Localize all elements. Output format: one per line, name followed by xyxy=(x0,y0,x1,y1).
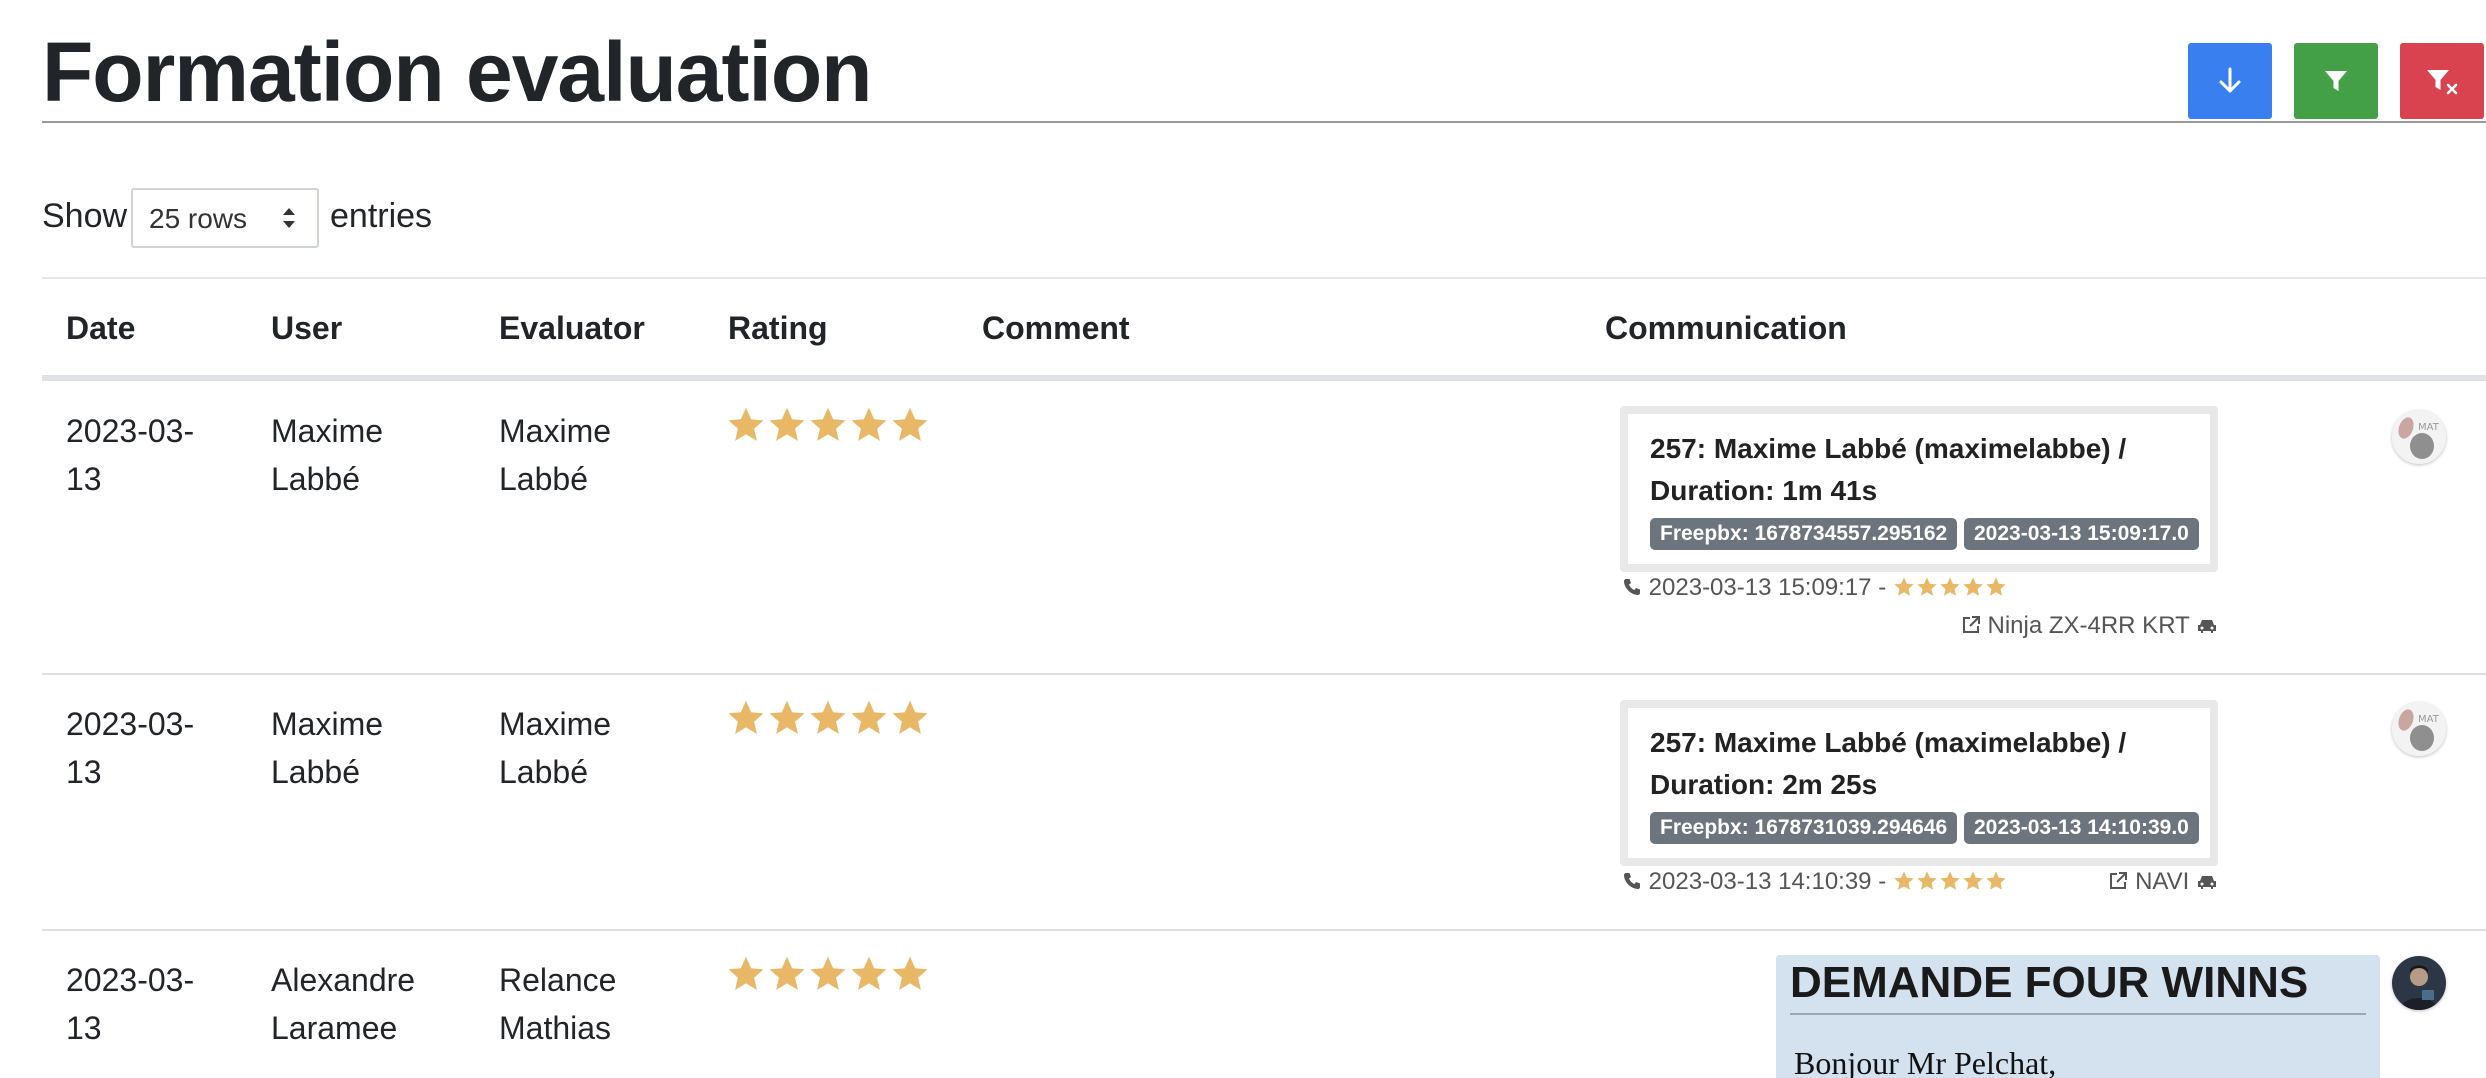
phone-icon xyxy=(1624,579,1640,595)
phone-icon xyxy=(1624,873,1640,889)
time-badge: 2023-03-13 14:10:39.0 xyxy=(1964,812,2199,844)
star-icon xyxy=(1917,577,1937,596)
car-icon xyxy=(2198,876,2216,889)
star-icon xyxy=(728,407,764,441)
user-avatar-icon: MAT xyxy=(2392,410,2446,464)
vehicle-name: Ninja ZX-4RR KRT xyxy=(1987,612,2190,639)
source-badge: Freepbx: 1678731039.294646 xyxy=(1650,812,1958,844)
user-avatar-icon: MAT xyxy=(2392,702,2446,756)
vehicle-link[interactable]: Ninja ZX-4RR KRT xyxy=(1961,612,2218,640)
rows-per-page-value: 25 rows xyxy=(149,203,248,234)
star-icon xyxy=(1986,577,2006,596)
user-cell: Alexandre Laramee xyxy=(271,962,416,1046)
evaluator-cell: Maxime Labbé xyxy=(499,413,612,497)
column-header-evaluator[interactable]: Evaluator xyxy=(499,308,645,348)
star-icon xyxy=(810,956,846,990)
row-divider xyxy=(42,673,2486,675)
date-cell: 2023-03- 13 xyxy=(66,962,195,1046)
clear-filter-button[interactable] xyxy=(2400,43,2484,119)
source-badge: Freepbx: 1678734557.295162 xyxy=(1650,518,1958,550)
star-icon xyxy=(851,407,887,441)
page-title: Formation evaluation xyxy=(42,25,872,119)
star-icon xyxy=(769,956,805,990)
column-header-rating[interactable]: Rating xyxy=(728,308,828,348)
star-icon xyxy=(1986,871,2006,890)
star-icon xyxy=(769,407,805,441)
star-icon xyxy=(1940,871,1960,890)
email-subject: DEMANDE FOUR WINNS xyxy=(1790,958,2309,1007)
table-top-border xyxy=(42,277,2486,279)
filter-button[interactable] xyxy=(2294,43,2378,119)
user-cell: Maxime Labbé xyxy=(271,706,384,790)
communication-card[interactable]: 257: Maxime Labbé (maximelabbe) / Durati… xyxy=(1620,406,2218,572)
external-link-icon xyxy=(2110,872,2128,889)
avatar: MAT xyxy=(2392,702,2446,756)
rating-stars xyxy=(726,955,931,993)
column-header-user[interactable]: User xyxy=(271,308,342,348)
page: Formation evaluation Show 25 rows entrie… xyxy=(0,0,2486,1078)
star-icon xyxy=(810,407,846,441)
show-label: Show xyxy=(42,197,128,235)
vehicle-link[interactable]: NAVI xyxy=(2108,868,2218,896)
call-rating-stars xyxy=(1893,870,2008,892)
star-icon xyxy=(1963,871,1983,890)
star-icon xyxy=(728,956,764,990)
date-cell: 2023-03- 13 xyxy=(66,706,195,790)
evaluator-cell: Relance Mathias xyxy=(499,962,617,1046)
star-icon xyxy=(851,700,887,734)
star-icon xyxy=(769,700,805,734)
star-icon xyxy=(1894,577,1914,596)
rows-per-page-select[interactable]: 25 rows xyxy=(131,188,319,248)
table-header-border xyxy=(42,375,2486,381)
external-link-icon xyxy=(1962,616,1980,633)
evaluator-cell: Maxime Labbé xyxy=(499,706,612,790)
star-icon xyxy=(851,956,887,990)
call-meta: 2023-03-13 15:09:17 - xyxy=(1622,574,2008,602)
entries-label: entries xyxy=(330,197,433,235)
call-rating-stars xyxy=(1893,576,2008,598)
date-cell: 2023-03- 13 xyxy=(66,413,195,497)
svg-text:MAT: MAT xyxy=(2418,422,2440,433)
star-icon xyxy=(1917,871,1937,890)
rating-stars xyxy=(726,699,931,737)
arrow-down-icon xyxy=(2219,67,2241,93)
filter-clear-icon xyxy=(2427,70,2458,95)
star-icon xyxy=(1894,871,1914,890)
email-preview[interactable]: DEMANDE FOUR WINNS Bonjour Mr Pelchat, xyxy=(1776,955,2380,1078)
star-icon xyxy=(892,407,928,441)
communication-title: 257: Maxime Labbé (maximelabbe) / Durati… xyxy=(1650,727,2127,800)
column-header-date[interactable]: Date xyxy=(66,308,135,348)
email-body: Bonjour Mr Pelchat, xyxy=(1794,1045,2057,1078)
star-icon xyxy=(1963,577,1983,596)
star-icon xyxy=(810,700,846,734)
svg-text:MAT: MAT xyxy=(2418,714,2440,725)
email-divider xyxy=(1790,1013,2366,1015)
call-time: 2023-03-13 15:09:17 - xyxy=(1648,574,1887,601)
rating-stars xyxy=(726,406,931,444)
user-avatar-icon xyxy=(2392,956,2446,1010)
avatar: MAT xyxy=(2392,410,2446,464)
user-cell: Maxime Labbé xyxy=(271,413,384,497)
select-arrows-icon xyxy=(283,208,295,228)
star-icon xyxy=(1940,577,1960,596)
title-divider xyxy=(42,121,2486,123)
star-icon xyxy=(728,700,764,734)
avatar xyxy=(2392,956,2446,1010)
row-divider xyxy=(42,929,2486,931)
vehicle-name: NAVI xyxy=(2135,868,2190,895)
download-button[interactable] xyxy=(2188,43,2272,119)
call-time: 2023-03-13 14:10:39 - xyxy=(1648,868,1887,895)
filter-icon xyxy=(2325,71,2347,91)
call-meta: 2023-03-13 14:10:39 - xyxy=(1622,868,2008,896)
communication-title: 257: Maxime Labbé (maximelabbe) / Durati… xyxy=(1650,433,2127,506)
star-icon xyxy=(892,700,928,734)
star-icon xyxy=(892,956,928,990)
communication-card[interactable]: 257: Maxime Labbé (maximelabbe) / Durati… xyxy=(1620,700,2218,866)
column-header-comment[interactable]: Comment xyxy=(982,308,1130,348)
time-badge: 2023-03-13 15:09:17.0 xyxy=(1964,518,2199,550)
car-icon xyxy=(2198,620,2216,633)
column-header-communication[interactable]: Communication xyxy=(1605,308,1847,348)
